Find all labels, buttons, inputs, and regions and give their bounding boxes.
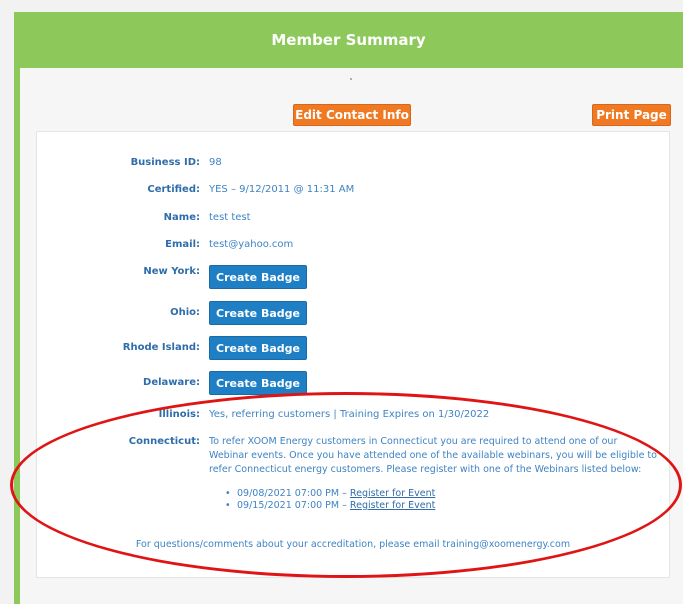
rhode-island-create-badge-button[interactable]: Create Badge — [209, 336, 307, 360]
accreditation-contact-note: For questions/comments about your accred… — [135, 539, 571, 550]
ohio-label: Ohio: — [170, 307, 200, 318]
print-page-button[interactable]: Print Page — [592, 104, 671, 126]
bullet-icon: • — [225, 488, 231, 499]
certified-label: Certified: — [147, 184, 200, 195]
rhode-island-row: Rhode Island: — [0, 338, 683, 358]
new-york-label: New York: — [143, 266, 200, 277]
email-label: Email: — [165, 239, 200, 250]
certified-row: Certified: YES – 9/12/2011 @ 11:31 AM — [0, 180, 683, 200]
delaware-row: Delaware: — [0, 373, 683, 393]
new-york-row: New York: — [0, 262, 683, 282]
illinois-row: Illinois: Yes, referring customers | Tra… — [0, 405, 683, 425]
webinar-datetime: 09/08/2021 07:00 PM — [237, 488, 340, 499]
ohio-create-badge-button[interactable]: Create Badge — [209, 301, 307, 325]
certified-value: YES – 9/12/2011 @ 11:31 AM — [209, 184, 355, 195]
business-id-row: Business ID: 98 — [0, 153, 683, 173]
name-value: test test — [209, 212, 251, 223]
rhode-island-label: Rhode Island: — [122, 342, 200, 353]
delaware-create-badge-button[interactable]: Create Badge — [209, 371, 307, 395]
webinar-datetime: 09/15/2021 07:00 PM — [237, 500, 340, 511]
name-row: Name: test test — [0, 208, 683, 228]
connecticut-instructions: To refer XOOM Energy customers in Connec… — [209, 436, 657, 475]
edit-contact-info-button[interactable]: Edit Contact Info — [293, 104, 411, 126]
business-id-value: 98 — [209, 157, 222, 168]
connecticut-label: Connecticut: — [128, 436, 200, 447]
page-header: Member Summary — [14, 12, 683, 68]
illinois-label: Illinois: — [158, 409, 200, 420]
register-for-event-link[interactable]: Register for Event — [350, 500, 435, 511]
illinois-status: Yes, referring customers | Training Expi… — [209, 409, 490, 420]
new-york-create-badge-button[interactable]: Create Badge — [209, 265, 307, 289]
email-value: test@yahoo.com — [209, 239, 294, 250]
delaware-label: Delaware: — [143, 377, 200, 388]
separator-dot — [350, 78, 352, 80]
ohio-row: Ohio: — [0, 303, 683, 323]
bullet-icon: • — [225, 500, 231, 511]
register-for-event-link[interactable]: Register for Event — [350, 488, 435, 499]
webinar-item: • 09/08/2021 07:00 PM – Register for Eve… — [225, 488, 436, 499]
webinar-list: • 09/08/2021 07:00 PM – Register for Eve… — [225, 488, 435, 512]
webinar-item: • 09/15/2021 07:00 PM – Register for Eve… — [225, 500, 436, 511]
business-id-label: Business ID: — [130, 157, 200, 168]
email-row: Email: test@yahoo.com — [0, 235, 683, 255]
name-label: Name: — [163, 212, 200, 223]
page-title: Member Summary — [271, 31, 426, 49]
